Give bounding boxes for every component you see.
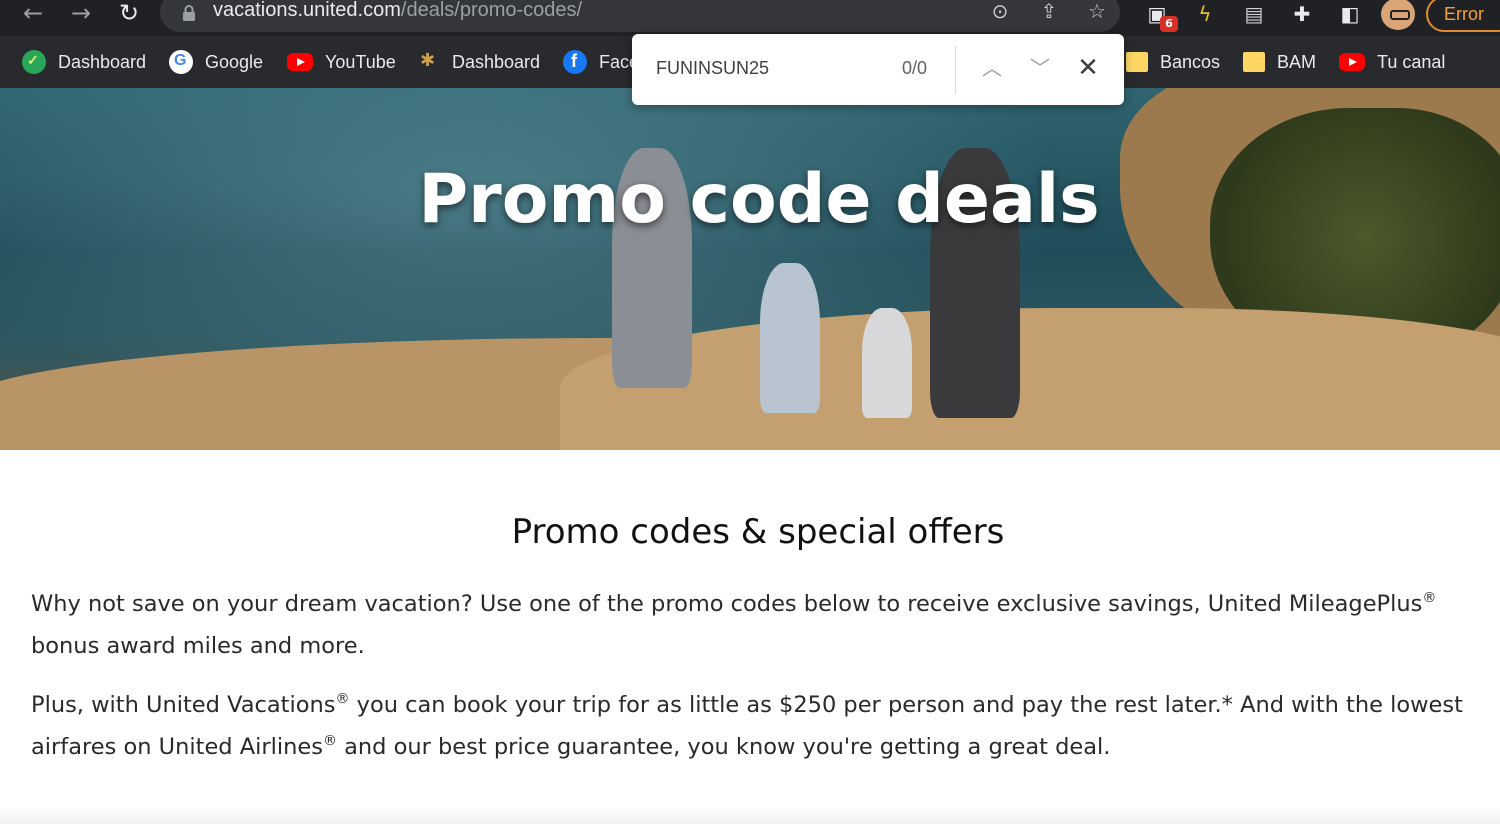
registered-mark: ® [1422,590,1437,606]
sidepanel-icon[interactable]: ◧ [1335,0,1365,28]
url-domain: vacations.united.com [213,0,401,21]
intro-paragraph: Why not save on your dream vacation? Use… [31,583,1471,667]
section-divider [0,806,1500,824]
registered-mark: ® [335,691,350,707]
bookmark-label: BAM [1277,51,1317,72]
bookmark-label: Bancos [1160,51,1221,72]
zoom-icon[interactable]: ⊙ [987,0,1013,24]
lock-icon [183,5,195,21]
bookmark-youtube[interactable]: YouTube [287,50,396,74]
bookmark-label: YouTube [325,51,396,72]
address-bar[interactable]: vacations.united.com/deals/promo-codes/ … [160,0,1120,32]
browser-toolbar: ← → ↻ vacations.united.com/deals/promo-c… [0,0,1500,36]
star-icon[interactable]: ☆ [1084,0,1110,24]
registered-mark: ® [322,733,337,749]
bookmark-google[interactable]: Google [169,50,263,74]
bookmark-dashboard[interactable]: Dashboard [22,50,146,74]
bookmark-bam[interactable]: BAM [1243,50,1316,74]
find-divider [955,46,956,94]
hero-banner: Promo code deals [0,88,1500,450]
folder-icon [1243,52,1265,72]
profile-avatar[interactable] [1381,0,1415,30]
bookmark-label: Dashboard [452,51,541,72]
person-toddler [862,308,912,418]
details-text-1: Plus, with United Vacations [31,692,336,718]
bookmark-bancos[interactable]: Bancos [1126,50,1220,74]
youtube-icon [287,53,313,71]
share-icon[interactable]: ⇪ [1036,0,1062,24]
section-title: Promo codes & special offers [511,512,1005,552]
find-count: 0/0 [902,58,928,78]
puzzle-icon[interactable]: ✚ [1287,0,1317,28]
bookmark-label: Google [205,51,264,72]
youtube-icon [1339,53,1365,71]
extension-badge: 6 [1160,16,1178,32]
notes-extension-icon[interactable]: ▤ [1239,0,1269,28]
find-next-icon[interactable]: ﹀ [1026,54,1054,82]
details-text-3: and our best price guarantee, you know y… [336,734,1111,760]
details-paragraph: Plus, with United Vacations® you can boo… [31,684,1471,768]
palm-icon [416,50,440,74]
facebook-icon [563,50,587,74]
find-close-icon[interactable]: ✕ [1074,54,1102,82]
find-input[interactable]: FUNINSUN25 [656,58,769,79]
google-icon [169,50,193,74]
bookmark-label: Dashboard [58,51,147,72]
back-icon[interactable]: ← [18,0,48,30]
forward-icon[interactable]: → [66,0,96,30]
url-path: /deals/promo-codes/ [400,0,583,21]
bookmark-label: Tu canal [1377,51,1446,72]
bookmark-facebook[interactable]: Face [563,50,639,74]
intro-text-2: bonus award miles and more. [31,633,365,659]
dashboard-icon [22,50,46,74]
intro-text-1: Why not save on your dream vacation? Use… [31,591,1423,617]
hero-title: Promo code deals [418,160,1100,239]
find-previous-icon[interactable]: ︿ [978,54,1006,82]
bookmark-tu-canal[interactable]: Tu canal [1339,50,1445,74]
error-chip[interactable]: Error [1426,0,1500,32]
person-child [760,263,820,413]
find-bar: FUNINSUN25 0/0 ︿ ﹀ ✕ [632,34,1124,105]
bookmark-dashboard-2[interactable]: Dashboard [416,50,540,74]
reload-icon[interactable]: ↻ [114,0,144,30]
folder-icon [1126,52,1148,72]
lightning-extension-icon[interactable]: ϟ [1190,0,1220,28]
url-text[interactable]: vacations.united.com/deals/promo-codes/ [213,0,582,22]
